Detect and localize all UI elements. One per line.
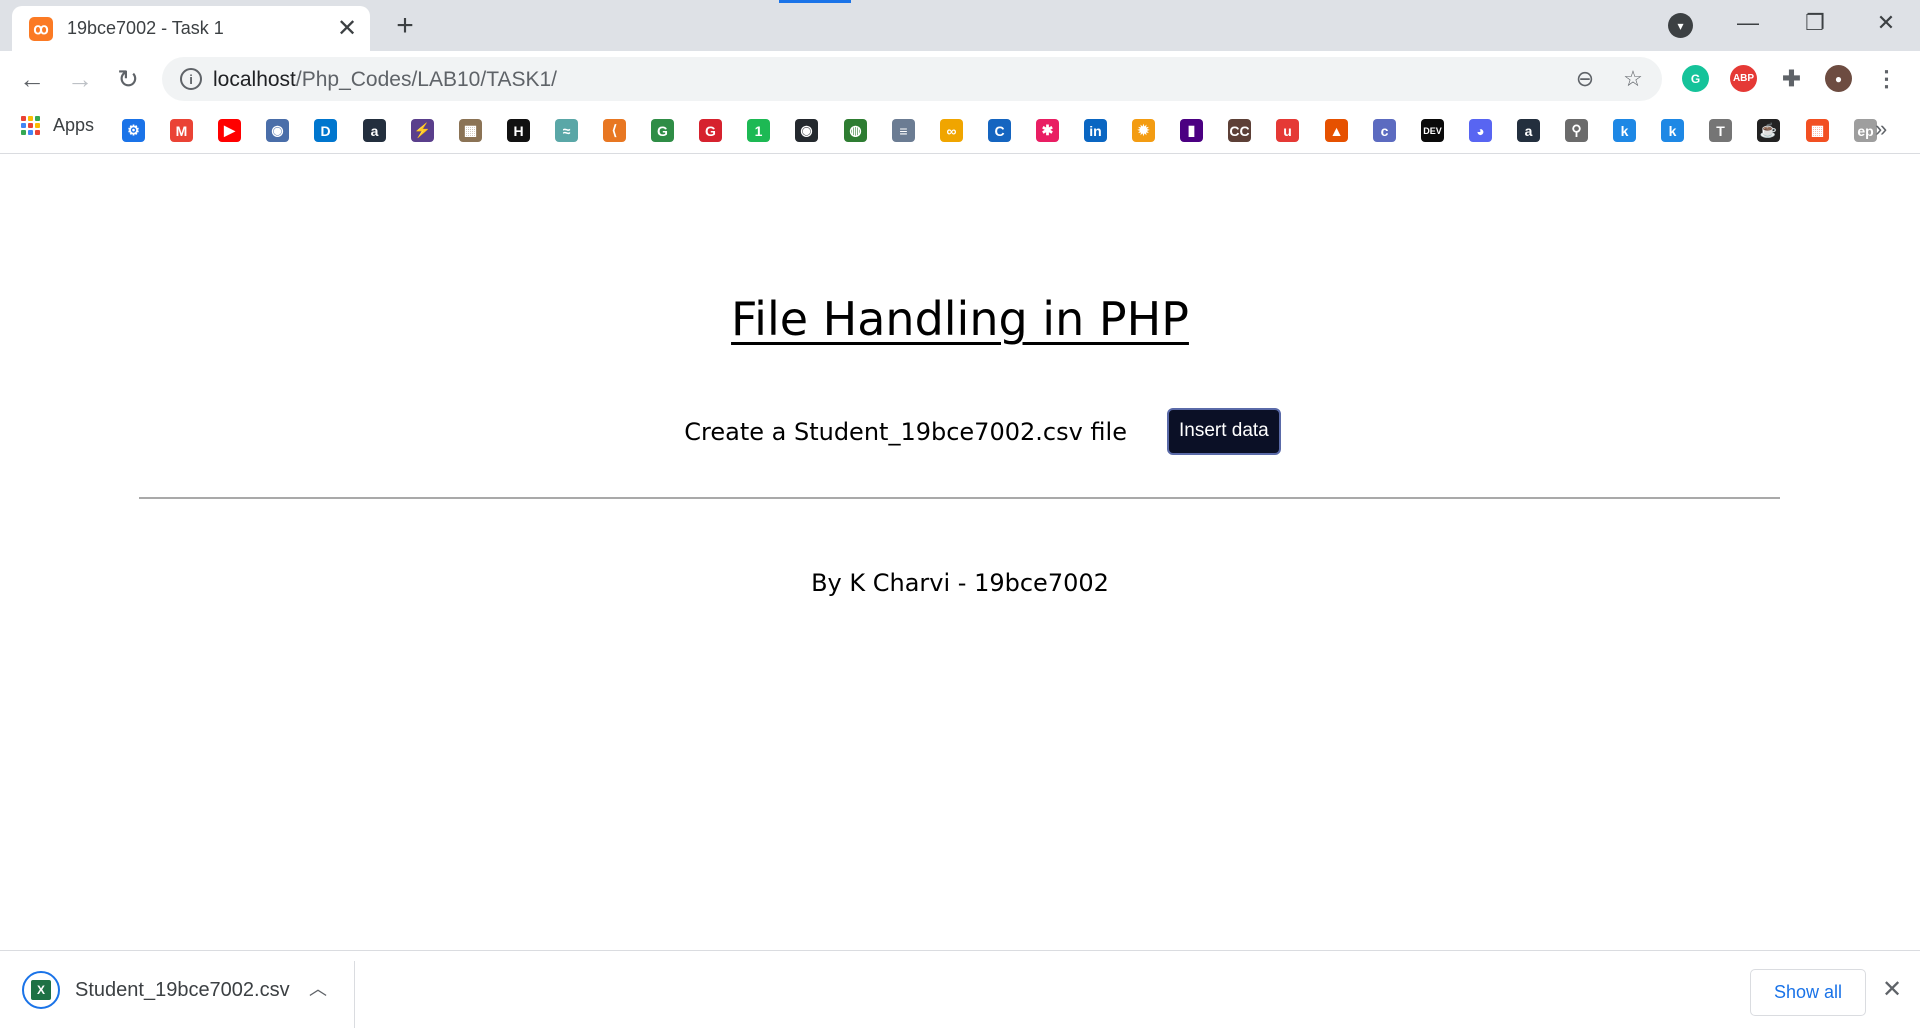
excel-file-icon: X: [31, 980, 51, 1000]
tab-search-icon[interactable]: ▾: [1668, 13, 1693, 38]
bookmark-g-red-icon[interactable]: G: [699, 119, 722, 142]
more-bookmarks-icon[interactable]: »: [1875, 116, 1887, 142]
bookmark-edge-icon[interactable]: ⟨: [603, 119, 626, 142]
bookmark-stack-icon[interactable]: ≡: [892, 119, 915, 142]
bookmark-amazon-2-icon[interactable]: a: [1517, 119, 1540, 142]
bookmark-geeksforgeeks-icon[interactable]: G: [651, 119, 674, 142]
bookmarks-bar: Apps ⚙ M ▶ ◉ Da ⚡ ▦ H ≈ ⟨ G G 1 ◉ ◍ ≡ ∞ C ✱ in ✹ ▮ CC u ▲ c DEV ◕ a ⚲…: [0, 106, 1920, 154]
url-text[interactable]: localhost/Php_Codes/LAB10/TASK1/: [213, 68, 557, 92]
apps-grid-icon: [21, 115, 41, 136]
bookmark-cup-icon[interactable]: ☕: [1757, 119, 1780, 142]
tab-loading-indicator: [779, 0, 851, 3]
download-item[interactable]: X Student_19bce7002.csv: [22, 971, 290, 1009]
bookmark-bolt-icon[interactable]: ⚡: [411, 119, 434, 142]
bookmark-wave-icon[interactable]: ≈: [555, 119, 578, 142]
bookmark-amazon-icon[interactable]: a: [363, 119, 386, 142]
bookmark-circle-green-icon[interactable]: ◍: [844, 119, 867, 142]
profile-avatar[interactable]: ●: [1825, 65, 1852, 92]
bookmark-image-icon[interactable]: ▦: [459, 119, 482, 142]
bookmark-discord-icon[interactable]: ◕: [1469, 119, 1492, 142]
site-info-icon[interactable]: i: [180, 68, 202, 90]
chevron-up-icon[interactable]: ︿: [309, 975, 327, 1001]
create-file-row: Create a Student_19bce7002.csv file Inse…: [0, 408, 1920, 455]
download-separator: [354, 961, 355, 1028]
bookmark-k-blue-2-icon[interactable]: k: [1661, 119, 1684, 142]
close-tab-icon[interactable]: ✕: [332, 14, 362, 44]
url-host: localhost: [213, 68, 296, 91]
address-bar[interactable]: i localhost/Php_Codes/LAB10/TASK1/ ⊖ ☆: [162, 57, 1662, 101]
bookmark-microsoft-icon[interactable]: ▦: [1806, 119, 1829, 142]
tab-title: 19bce7002 - Task 1: [67, 18, 224, 38]
create-file-label: Create a Student_19bce7002.csv file: [684, 417, 1127, 446]
bookmark-ep-icon[interactable]: ep: [1854, 119, 1877, 142]
bookmark-c-blue-icon[interactable]: C: [988, 119, 1011, 142]
horizontal-divider: [139, 497, 1780, 499]
bookmark-asterisk-icon[interactable]: ✱: [1036, 119, 1059, 142]
bookmark-shield-icon[interactable]: ◉: [266, 119, 289, 142]
author-credit: By K Charvi - 19bce7002: [811, 569, 1109, 597]
url-path: /Php_Codes/LAB10/TASK1/: [295, 68, 557, 91]
bookmark-sun-icon[interactable]: ✹: [1132, 119, 1155, 142]
bookmark-purple-chart-icon[interactable]: ▮: [1180, 119, 1203, 142]
reload-icon[interactable]: ↻: [111, 62, 145, 96]
restore-icon[interactable]: ❐: [1795, 8, 1835, 38]
download-progress-ring: X: [22, 971, 60, 1009]
apps-shortcut[interactable]: Apps: [21, 115, 94, 136]
grammarly-icon[interactable]: G: [1682, 65, 1709, 92]
bookmark-search-icon[interactable]: ⚲: [1565, 119, 1588, 142]
back-icon[interactable]: ←: [15, 62, 49, 96]
bookmark-dev-icon[interactable]: DEV: [1421, 119, 1444, 142]
bookmark-settings-icon[interactable]: ⚙: [122, 119, 145, 142]
adblock-plus-icon[interactable]: ABP: [1730, 65, 1757, 92]
new-tab-icon[interactable]: +: [390, 11, 420, 42]
apps-label: Apps: [53, 115, 95, 135]
bookmark-youtube-icon[interactable]: ▶: [218, 119, 241, 142]
download-shelf: X Student_19bce7002.csv ︿ Show all ✕: [0, 950, 1920, 1028]
forward-icon[interactable]: →: [63, 62, 97, 96]
close-download-shelf-icon[interactable]: ✕: [1882, 975, 1902, 1004]
xampp-icon: ꝏ: [29, 16, 53, 41]
show-all-button[interactable]: Show all: [1750, 969, 1866, 1016]
tab-strip: ꝏ 19bce7002 - Task 1 ✕ + ▾ — ❐ ✕: [0, 0, 1920, 51]
window-close-icon[interactable]: ✕: [1866, 8, 1906, 38]
bookmark-k-blue-icon[interactable]: k: [1613, 119, 1636, 142]
bookmark-hackerrank-icon[interactable]: H: [507, 119, 530, 142]
minimize-icon[interactable]: —: [1728, 8, 1768, 38]
bookmark-c-circle-icon[interactable]: c: [1373, 119, 1396, 142]
bookmark-dell-icon[interactable]: D: [314, 119, 337, 142]
page-title: File Handling in PHP: [731, 292, 1189, 346]
browser-tab[interactable]: ꝏ 19bce7002 - Task 1 ✕: [12, 6, 370, 51]
zoom-out-icon[interactable]: ⊖: [1572, 66, 1598, 92]
bookmark-cc-icon[interactable]: CC: [1228, 119, 1251, 142]
bookmark-t-grey-icon[interactable]: T: [1709, 119, 1732, 142]
bookmark-linkedin-icon[interactable]: in: [1084, 119, 1107, 142]
extensions-puzzle-icon[interactable]: ✚: [1778, 65, 1805, 92]
bookmark-matlab-icon[interactable]: ▲: [1325, 119, 1348, 142]
bookmark-one-icon[interactable]: 1: [747, 119, 770, 142]
download-file-name: Student_19bce7002.csv: [75, 978, 290, 1001]
bookmark-coursera-co-icon[interactable]: ∞: [940, 119, 963, 142]
page-content: File Handling in PHP Create a Student_19…: [0, 155, 1920, 950]
bookmark-star-icon[interactable]: ☆: [1620, 66, 1646, 92]
menu-kebab-icon[interactable]: ⋮: [1873, 65, 1900, 92]
bookmark-udemy-icon[interactable]: u: [1276, 119, 1299, 142]
bookmark-github-icon[interactable]: ◉: [795, 119, 818, 142]
browser-toolbar: ← → ↻ i localhost/Php_Codes/LAB10/TASK1/…: [0, 51, 1920, 106]
insert-data-button[interactable]: Insert data: [1166, 408, 1281, 455]
bookmark-gmail-icon[interactable]: M: [170, 119, 193, 142]
